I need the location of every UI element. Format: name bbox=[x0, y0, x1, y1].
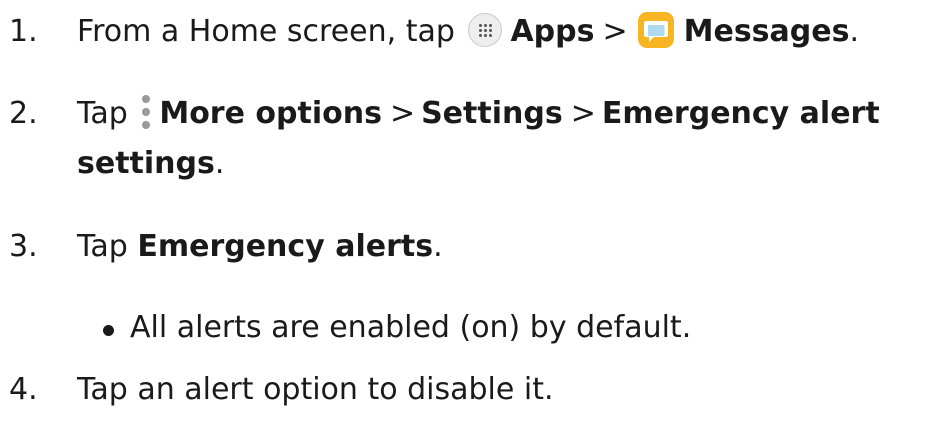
step-text: Tap Emergency alerts. bbox=[77, 227, 443, 267]
emergency-alert-settings-label-cont: settings bbox=[77, 146, 215, 181]
apps-label: Apps bbox=[510, 14, 595, 49]
step-number: 2. bbox=[9, 96, 38, 131]
path-separator: > bbox=[570, 96, 596, 131]
more-options-icon bbox=[139, 94, 153, 129]
more-options-label: More options bbox=[159, 96, 382, 131]
step-text: Tap an alert option to disable it. bbox=[77, 372, 554, 407]
step-text: From a Home screen, tap Apps > Messages. bbox=[77, 11, 860, 52]
step-text: Tap More options > Settings > Emergency aler… bbox=[77, 94, 880, 134]
path-separator: > bbox=[602, 14, 628, 49]
step-end: . bbox=[433, 229, 443, 264]
step-prefix: Tap bbox=[77, 229, 128, 264]
step-prefix: From a Home screen, tap bbox=[77, 14, 455, 49]
messages-icon bbox=[637, 11, 674, 48]
path-separator: > bbox=[389, 96, 416, 131]
step-number: 4. bbox=[9, 372, 38, 407]
settings-label: Settings bbox=[421, 96, 563, 131]
emergency-alert-settings-label: Emergency alert bbox=[601, 96, 880, 131]
step-text: settings. bbox=[77, 144, 224, 184]
step-end: . bbox=[214, 146, 225, 181]
bullet-text: All alerts are enabled (on) by default. bbox=[130, 310, 692, 345]
apps-grid-icon bbox=[468, 12, 503, 47]
instruction-list: 1. From a Home screen, tap Apps > Message… bbox=[0, 0, 947, 425]
emergency-alerts-label: Emergency alerts bbox=[137, 229, 434, 264]
step-prefix: Tap bbox=[77, 96, 128, 131]
messages-label: Messages bbox=[683, 14, 850, 49]
bullet-dot bbox=[103, 325, 114, 336]
step-number: 3. bbox=[9, 229, 38, 264]
step-end: . bbox=[849, 14, 860, 49]
step-number: 1. bbox=[9, 14, 38, 49]
